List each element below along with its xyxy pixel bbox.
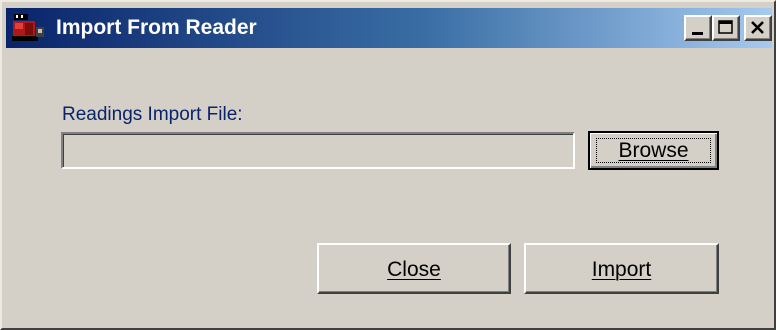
minimize-icon [692, 32, 703, 35]
import-button[interactable]: Import [524, 243, 719, 294]
reader-app-icon [12, 14, 46, 42]
minimize-button[interactable] [684, 15, 712, 41]
title-bar[interactable]: Import From Reader [6, 8, 772, 48]
close-icon [751, 21, 764, 34]
import-button-label: Import [591, 258, 652, 281]
dialog-window: Import From Reader Readings Import File:… [0, 0, 776, 330]
import-file-path-input[interactable] [61, 132, 575, 169]
import-file-label: Readings Import File: [62, 104, 243, 125]
maximize-button[interactable] [712, 15, 740, 41]
browse-button-label: Browse [618, 139, 689, 162]
close-button-label: Close [387, 258, 441, 281]
close-window-button[interactable] [744, 15, 772, 41]
browse-button[interactable]: Browse [588, 131, 719, 170]
maximize-icon [718, 20, 733, 34]
close-button[interactable]: Close [317, 243, 511, 294]
window-title: Import From Reader [56, 16, 257, 39]
